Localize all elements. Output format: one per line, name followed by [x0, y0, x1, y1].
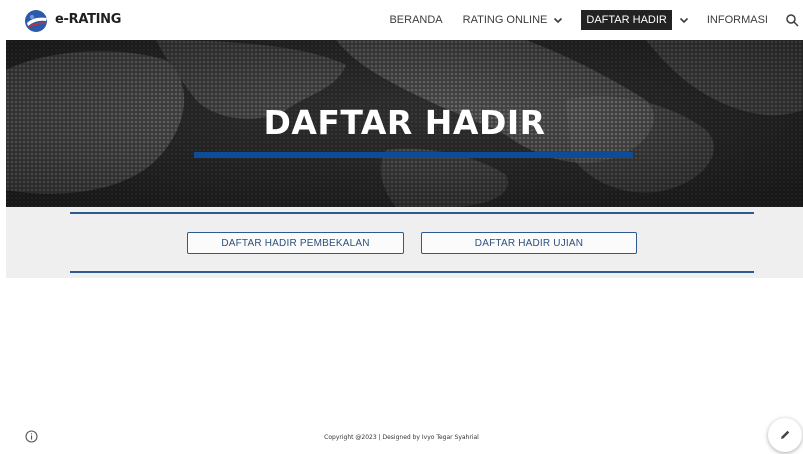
divider-top — [70, 212, 754, 214]
site-header: e-RATING BERANDA RATING ONLINE DAFTAR HA… — [0, 0, 803, 40]
copyright-text: Copyright @2023 | Designed by Ivyo Tegar… — [324, 434, 479, 441]
brand-name[interactable]: e-RATING — [55, 12, 121, 27]
daftar-hadir-ujian-button[interactable]: DAFTAR HADIR UJIAN — [421, 232, 637, 254]
nav-item-label: DAFTAR HADIR — [586, 14, 667, 26]
chevron-down-icon[interactable] — [552, 14, 564, 26]
search-icon[interactable] — [785, 13, 799, 27]
daftar-hadir-pembekalan-button[interactable]: DAFTAR HADIR PEMBEKALAN — [187, 232, 404, 254]
nav-item-beranda[interactable]: BERANDA — [386, 10, 445, 30]
nav-item-label: INFORMASI — [706, 14, 768, 26]
nav-item-rating-online[interactable]: RATING ONLINE — [460, 10, 568, 30]
chevron-down-icon[interactable] — [678, 14, 690, 26]
page-title: DAFTAR HADIR — [263, 103, 546, 142]
nav-item-label: BERANDA — [389, 14, 443, 26]
globe-logo-icon[interactable] — [24, 9, 48, 33]
main-nav: BERANDA RATING ONLINE DAFTAR HADIR INFOR… — [372, 0, 803, 40]
hero-banner: DAFTAR HADIR — [6, 40, 803, 207]
nav-item-daftar-hadir-wrap: DAFTAR HADIR — [567, 10, 689, 30]
nav-item-daftar-hadir[interactable]: DAFTAR HADIR — [581, 10, 672, 30]
title-underline — [194, 152, 633, 158]
edit-button[interactable] — [768, 418, 802, 452]
divider-bottom — [70, 271, 754, 273]
button-band — [6, 207, 803, 278]
nav-item-label: RATING ONLINE — [462, 14, 548, 26]
nav-item-informasi[interactable]: INFORMASI — [704, 10, 771, 30]
pencil-icon — [781, 430, 790, 439]
